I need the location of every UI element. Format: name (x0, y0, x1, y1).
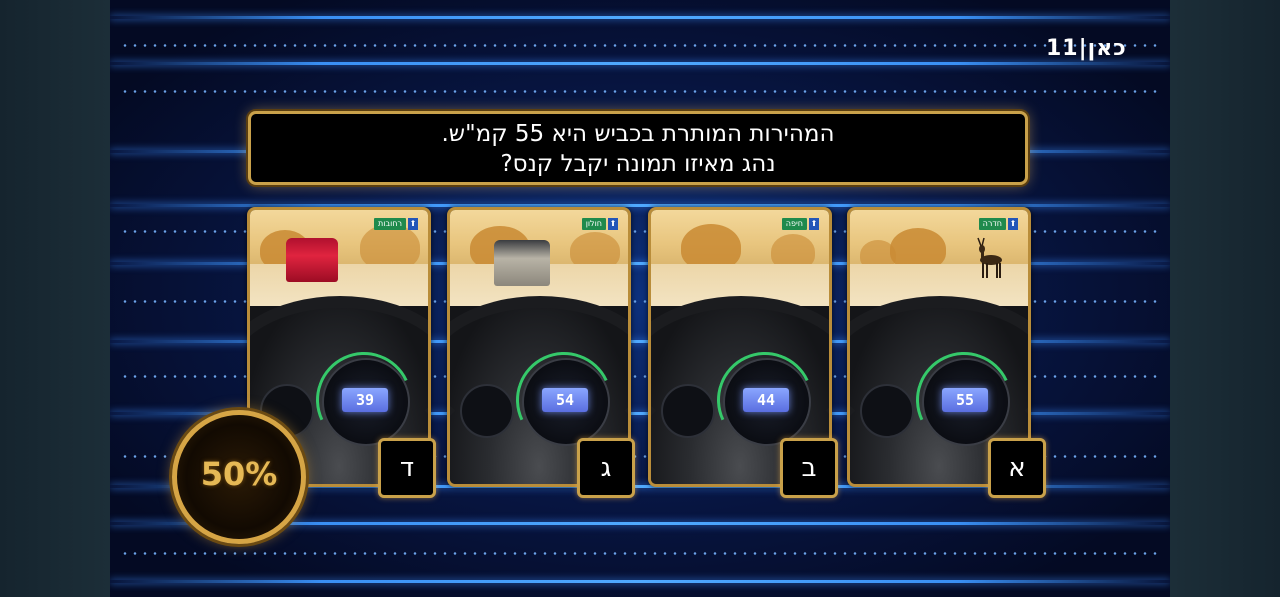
lifeline-50-50-button[interactable]: 50% (172, 410, 306, 544)
road-scene: רחובות ⬆ (250, 210, 428, 308)
question-line-2: נהג מאיזו תמונה יקבל קנס? (500, 151, 776, 177)
road-sign: חולון ⬆ (581, 218, 618, 230)
road-sign: רחובות ⬆ (374, 218, 418, 230)
channel-logo: כאן|11 (1046, 36, 1127, 61)
answer-letter-g[interactable]: ג (577, 438, 635, 498)
question-line-1: המהירות המותרת בכביש היא 55 קמ"ש. (441, 121, 835, 147)
road-sign: חיפה ⬆ (781, 218, 819, 230)
question-box: המהירות המותרת בכביש היא 55 קמ"ש. נהג מא… (248, 111, 1028, 185)
decor-line (110, 580, 1170, 583)
answer-letter-d[interactable]: ד (378, 438, 436, 498)
decor-dots (120, 90, 1160, 93)
game-stage: כאן|11 המהירות המותרת בכביש היא 55 קמ"ש.… (110, 0, 1170, 597)
lifeline-label: 50% (200, 455, 278, 493)
road-scene: חולון ⬆ (450, 210, 628, 308)
left-letterbox (0, 0, 110, 597)
decor-dots (120, 44, 1160, 47)
road-scene: חיפה ⬆ (651, 210, 829, 308)
answer-letter-a[interactable]: א (988, 438, 1046, 498)
answer-letter-b[interactable]: ב (780, 438, 838, 498)
decor-dots (120, 552, 1160, 555)
road-sign: חדרה ⬆ (978, 218, 1018, 230)
red-car-icon (286, 238, 338, 282)
speed-display: 54 (542, 388, 588, 412)
road-scene: חדרה ⬆ (850, 210, 1028, 308)
speed-display: 39 (342, 388, 388, 412)
speed-display: 55 (942, 388, 988, 412)
silver-suv-icon (494, 240, 550, 286)
decor-line (110, 62, 1170, 65)
decor-line (110, 16, 1170, 19)
speed-display: 44 (743, 388, 789, 412)
deer-icon (977, 237, 1002, 278)
right-letterbox (1170, 0, 1280, 597)
